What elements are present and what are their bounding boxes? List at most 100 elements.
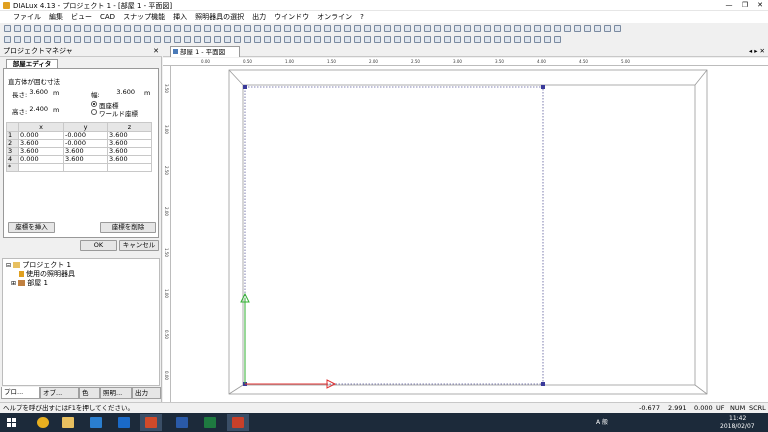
toolbar-icon[interactable] [334,25,341,32]
toolbar-icon[interactable] [454,36,461,43]
cell-x[interactable]: 0.000 [18,155,64,164]
cell-z[interactable]: 3.600 [107,155,152,164]
toolbar-icon[interactable] [4,25,11,32]
toolbar-icon[interactable] [434,36,441,43]
cell-z[interactable] [107,163,152,172]
taskbar-excel[interactable] [199,414,221,431]
toolbar-icon[interactable] [194,36,201,43]
tab-nav-icon[interactable]: ◂ ▸ ✕ [749,47,765,55]
toolbar-icon[interactable] [64,25,71,32]
insert-coordinate-button[interactable]: 座標を挿入 [8,222,55,233]
toolbar-icon[interactable] [594,25,601,32]
toolbar-icon[interactable] [114,36,121,43]
tab-colors[interactable]: 色 [79,387,100,399]
toolbar-icon[interactable] [214,36,221,43]
toolbar-icon[interactable] [284,36,291,43]
toolbar-icon[interactable] [604,25,611,32]
menu-insert[interactable]: 挿入 [169,11,191,23]
toolbar-icon[interactable] [254,36,261,43]
toolbar-icon[interactable] [474,36,481,43]
table-new-row[interactable]: * [6,163,152,172]
menu-output[interactable]: 出力 [248,11,270,23]
tab-luminaires[interactable]: 照明... [100,387,132,399]
toolbar-icon[interactable] [504,25,511,32]
taskbar-store[interactable] [85,414,107,431]
menu-window[interactable]: ウインドウ [270,11,313,23]
collapse-icon[interactable]: ⊟ [6,262,11,269]
toolbar-icon[interactable] [224,25,231,32]
minimize-button[interactable]: — [722,0,736,11]
toolbar-icon[interactable] [364,36,371,43]
toolbar-icon[interactable] [374,25,381,32]
toolbar-icon[interactable] [94,36,101,43]
toolbar-icon[interactable] [544,25,551,32]
toolbar-icon[interactable] [284,25,291,32]
toolbar-icon[interactable] [314,36,321,43]
toolbar-icon[interactable] [164,25,171,32]
toolbar-icon[interactable] [274,25,281,32]
taskbar-dialux[interactable] [227,414,249,431]
menu-luminaire-selection[interactable]: 照明器具の選択 [191,11,248,23]
toolbar-icon[interactable] [4,36,11,43]
toolbar-icon[interactable] [424,25,431,32]
toolbar-icon[interactable] [204,25,211,32]
toolbar-icon[interactable] [614,25,621,32]
tab-output[interactable]: 出力 [132,387,161,399]
expand-icon[interactable]: ⊞ [11,280,16,287]
toolbar-icon[interactable] [44,25,51,32]
toolbar-icon[interactable] [74,25,81,32]
toolbar-icon[interactable] [164,36,171,43]
menu-help[interactable]: ? [356,11,368,23]
width-field[interactable]: 3.600 [112,88,137,97]
toolbar-icon[interactable] [254,25,261,32]
toolbar-icon[interactable] [504,36,511,43]
toolbar-icon[interactable] [354,36,361,43]
taskbar-chrome[interactable] [32,414,54,431]
toolbar-icon[interactable] [244,25,251,32]
toolbar-icon[interactable] [174,25,181,32]
toolbar-icon[interactable] [554,25,561,32]
toolbar-icon[interactable] [464,36,471,43]
tab-objects[interactable]: オブ... [40,387,79,399]
toolbar-icon[interactable] [464,25,471,32]
toolbar-icon[interactable] [484,25,491,32]
radio-world-coords[interactable] [91,109,97,115]
tab-project[interactable]: プロ... [1,387,40,399]
clock-date[interactable]: 2018/02/07 [720,422,755,431]
ok-button[interactable]: OK [80,240,117,251]
cell-x[interactable] [18,163,64,172]
toolbar-icon[interactable] [344,36,351,43]
close-button[interactable]: ✕ [753,0,767,11]
toolbar-icon[interactable] [354,25,361,32]
toolbar-icon[interactable] [324,36,331,43]
toolbar-icon[interactable] [534,36,541,43]
toolbar-icon[interactable] [114,25,121,32]
floor-plan-svg[interactable] [171,66,768,402]
toolbar-icon[interactable] [14,25,21,32]
toolbar-icon[interactable] [64,36,71,43]
toolbar-icon[interactable] [154,36,161,43]
toolbar-icon[interactable] [214,25,221,32]
toolbar-icon[interactable] [44,36,51,43]
toolbar-icon[interactable] [414,25,421,32]
toolbar-icon[interactable] [444,25,451,32]
toolbar-icon[interactable] [134,25,141,32]
toolbar-icon[interactable] [84,36,91,43]
toolbar-icon[interactable] [584,25,591,32]
menu-view[interactable]: ビュー [67,11,96,23]
toolbar-icon[interactable] [124,25,131,32]
restore-button[interactable]: ❐ [738,0,752,11]
delete-coordinate-button[interactable]: 座標を削除 [100,222,156,233]
toolbar-icon[interactable] [524,25,531,32]
room-vertex[interactable] [541,85,545,89]
toolbar-icon[interactable] [34,36,41,43]
toolbar-icon[interactable] [34,25,41,32]
toolbar-icon[interactable] [364,25,371,32]
toolbar-icon[interactable] [94,25,101,32]
toolbar-icon[interactable] [84,25,91,32]
cancel-button[interactable]: キャンセル [119,240,159,251]
toolbar-icon[interactable] [434,25,441,32]
toolbar-icon[interactable] [494,25,501,32]
toolbar-icon[interactable] [304,25,311,32]
toolbar-icon[interactable] [154,25,161,32]
